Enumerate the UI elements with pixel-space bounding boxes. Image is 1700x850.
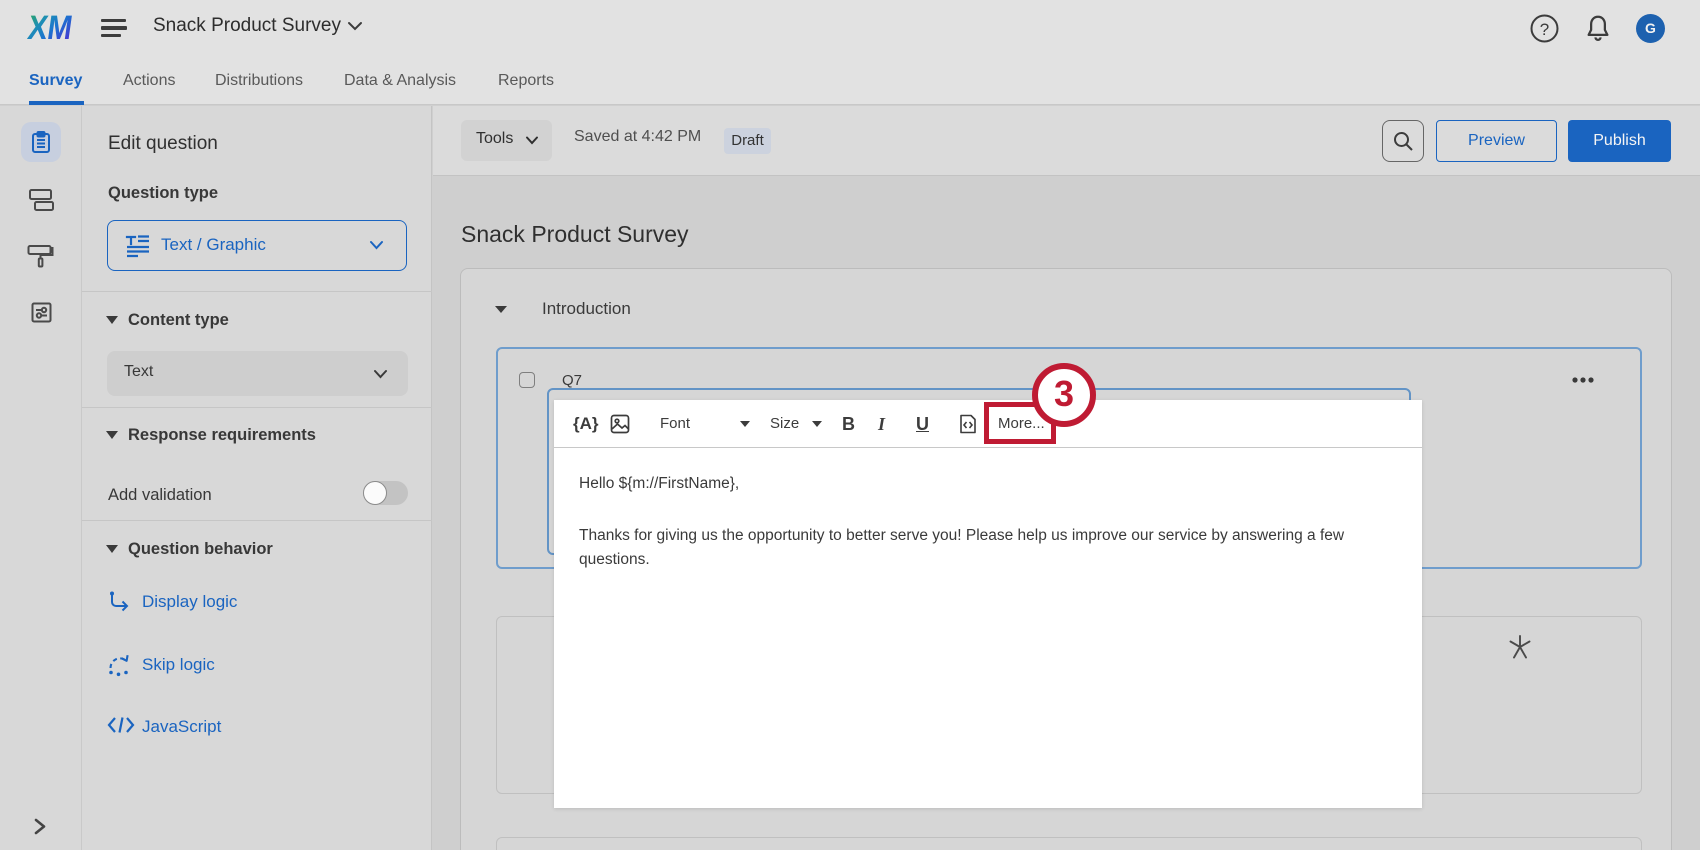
svg-text:XM: XM (27, 11, 75, 43)
svg-text:?: ? (1540, 20, 1549, 39)
